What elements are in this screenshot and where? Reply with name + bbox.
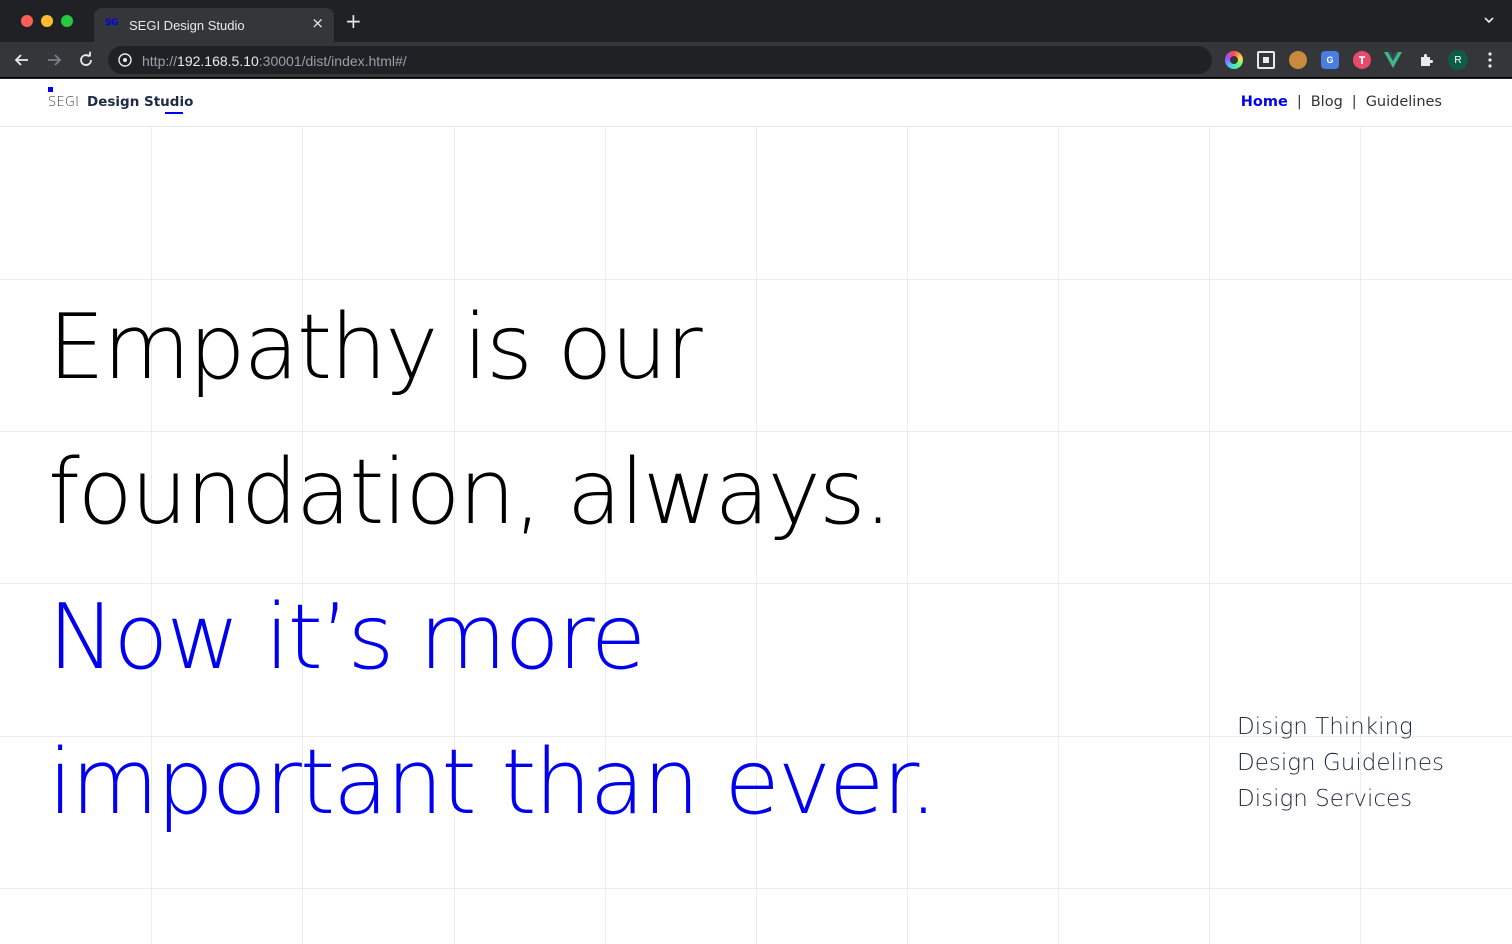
- services-links: Disign Thinking Design Guidelines Disign…: [1237, 709, 1444, 817]
- browser-toolbar: http://192.168.5.10:30001/dist/index.htm…: [0, 42, 1512, 78]
- back-arrow-icon[interactable]: [12, 50, 32, 70]
- hero-line-3: Now it’s more: [48, 585, 646, 690]
- close-window-button[interactable]: [21, 15, 33, 27]
- t-extension-icon[interactable]: [1353, 51, 1371, 69]
- vue-devtools-icon[interactable]: [1384, 51, 1402, 69]
- main-nav: Home | Blog | Guidelines: [1241, 94, 1442, 110]
- browser-tab-strip: SG SEGI Design Studio × +: [0, 0, 1512, 42]
- site-info-icon[interactable]: [118, 53, 132, 67]
- url-text[interactable]: http://192.168.5.10:30001/dist/index.htm…: [142, 53, 407, 69]
- url-path: :30001/dist/index.html#/: [258, 53, 407, 69]
- color-picker-icon[interactable]: [1225, 51, 1243, 69]
- reload-icon[interactable]: [76, 50, 96, 70]
- forward-arrow-icon[interactable]: [44, 50, 64, 70]
- hero-line-4: important than ever.: [48, 730, 938, 835]
- new-tab-icon[interactable]: +: [345, 9, 362, 33]
- translate-icon[interactable]: G: [1321, 51, 1339, 69]
- url-host: 192.168.5.10: [177, 53, 259, 69]
- maximize-window-button[interactable]: [61, 15, 73, 27]
- tab-title: SEGI Design Studio: [129, 18, 245, 33]
- grid-line: [1360, 127, 1361, 944]
- puzzle-icon[interactable]: [1417, 51, 1435, 69]
- hero-line-2: foundation, always.: [48, 440, 892, 545]
- address-bar[interactable]: http://192.168.5.10:30001/dist/index.htm…: [108, 46, 1212, 74]
- site-favicon-icon: SG: [105, 18, 118, 28]
- grid-line: [0, 888, 1512, 889]
- cookie-icon[interactable]: [1289, 51, 1307, 69]
- nav-blog-link[interactable]: Blog: [1311, 94, 1343, 110]
- design-services-link[interactable]: Disign Services: [1237, 781, 1444, 817]
- logo-name: Design Studio: [87, 94, 194, 110]
- chevron-down-icon[interactable]: [1482, 13, 1496, 27]
- url-scheme: http://: [142, 53, 178, 69]
- minimize-window-button[interactable]: [41, 15, 53, 27]
- grid-line: [1209, 127, 1210, 944]
- hero-line-1: Empathy is our: [48, 295, 703, 400]
- more-menu-icon[interactable]: [1482, 50, 1498, 70]
- profile-avatar[interactable]: R: [1448, 50, 1468, 70]
- design-guidelines-link[interactable]: Design Guidelines: [1237, 745, 1444, 781]
- nav-separator: |: [1351, 94, 1357, 110]
- hero-headline: Empathy is our foundation, always. Now i…: [48, 275, 938, 855]
- site-header: SEGI Design Studio Home | Blog | Guideli…: [0, 79, 1512, 127]
- nav-guidelines-link[interactable]: Guidelines: [1366, 94, 1442, 110]
- window-frame-icon[interactable]: [1257, 51, 1275, 69]
- close-tab-icon[interactable]: ×: [311, 14, 324, 32]
- grid-line: [1058, 127, 1059, 944]
- logo-mark: [48, 87, 53, 92]
- nav-home-link[interactable]: Home: [1241, 94, 1288, 110]
- logo-prefix: SEGI: [48, 95, 80, 110]
- nav-separator: |: [1296, 94, 1302, 110]
- logo-underline: [165, 112, 183, 114]
- browser-tab[interactable]: SG SEGI Design Studio ×: [94, 8, 334, 42]
- design-thinking-link[interactable]: Disign Thinking: [1237, 709, 1444, 745]
- page-viewport: SEGI Design Studio Home | Blog | Guideli…: [0, 79, 1512, 944]
